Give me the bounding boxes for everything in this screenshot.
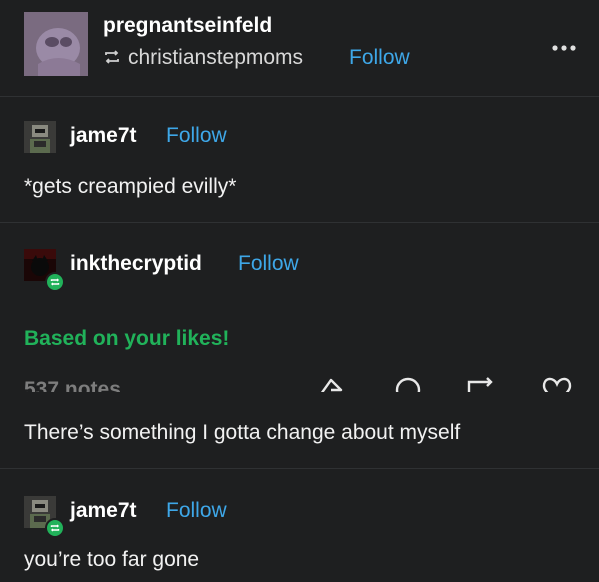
post-username[interactable]: jame7t <box>70 499 137 523</box>
reblog-badge-icon <box>45 272 65 292</box>
divider <box>0 96 599 97</box>
avatar-jame7t[interactable] <box>24 121 56 153</box>
like-icon[interactable] <box>541 374 573 392</box>
header-username[interactable]: pregnantseinfeld <box>103 14 272 38</box>
post-text: There’s something I gotta change about m… <box>24 421 461 444</box>
reblogged-from-username[interactable]: christianstepmoms <box>128 46 303 70</box>
reply-icon[interactable] <box>393 374 423 392</box>
divider <box>0 222 599 223</box>
post-username[interactable]: jame7t <box>70 124 137 148</box>
share-icon[interactable] <box>317 374 345 392</box>
notes-count-text: 537 notes <box>24 378 121 392</box>
post-text: you’re too far gone <box>24 548 200 571</box>
reblog-icon[interactable] <box>465 374 497 392</box>
divider <box>0 468 599 469</box>
based-on-likes-label: Based on your likes! <box>24 327 230 350</box>
reblog-small-icon <box>103 48 121 66</box>
post-text: *gets creampied evilly* <box>24 175 237 198</box>
header-follow-button[interactable]: Follow <box>349 46 410 70</box>
notes-count[interactable]: 537 notes <box>24 378 154 392</box>
follow-button[interactable]: Follow <box>238 252 299 276</box>
reblog-badge-icon <box>45 518 65 538</box>
post-username[interactable]: inkthecryptid <box>70 252 202 276</box>
avatar-pregnantseinfeld[interactable] <box>24 12 88 76</box>
follow-button[interactable]: Follow <box>166 124 227 148</box>
more-options-icon[interactable] <box>551 40 577 51</box>
follow-button[interactable]: Follow <box>166 499 227 523</box>
